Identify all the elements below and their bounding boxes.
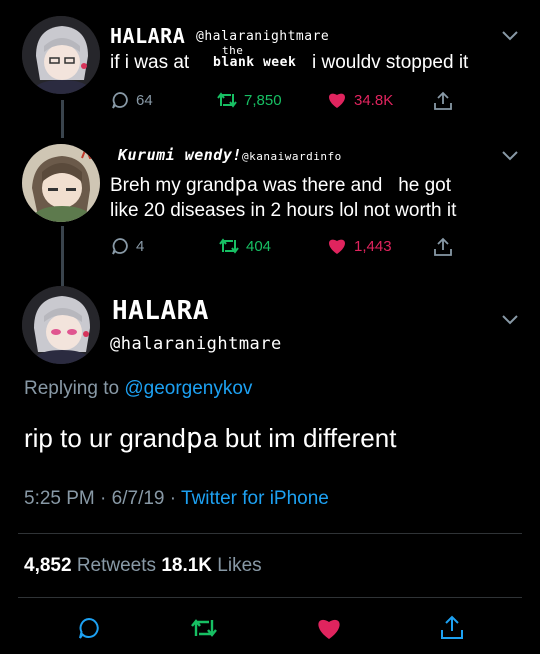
reply-icon[interactable] [76, 615, 102, 641]
divider [18, 533, 522, 534]
tweet-date[interactable]: 6/7/19 [112, 488, 165, 509]
like-button[interactable]: 1,443 [326, 236, 392, 256]
like-count: 1,443 [354, 237, 392, 255]
share-icon[interactable] [438, 613, 466, 641]
tweet1-text-end: i wouldv stopped it [312, 52, 469, 73]
retweet-icon[interactable] [190, 615, 218, 641]
retweet-count: 7,850 [244, 91, 282, 109]
tweet2-handwritten-letter: p [234, 172, 248, 196]
main-handwritten-letter: p [185, 421, 204, 454]
replying-to-link[interactable]: @georgenykov [124, 378, 252, 399]
tweet-time[interactable]: 5:25 PM [24, 488, 95, 509]
tweet2-text-part1: Breh my grand [110, 175, 235, 196]
divider [18, 597, 522, 598]
thread-connector [61, 100, 64, 138]
avatar-kurumi[interactable] [22, 144, 100, 222]
chevron-down-icon[interactable] [500, 150, 520, 162]
tweet2-text-part2: a was there and he got [247, 175, 452, 196]
tweet1-handle[interactable]: @halaranightmare [196, 29, 329, 44]
like-total: 18.1K [161, 555, 213, 576]
chevron-down-icon[interactable] [500, 314, 520, 326]
reply-button[interactable]: 4 [110, 236, 144, 256]
main-handle[interactable]: @halaranightmare [110, 334, 282, 354]
avatar-illustration [22, 16, 100, 94]
reply-button[interactable]: 64 [110, 90, 153, 110]
reply-icon [112, 92, 128, 109]
retweet-button[interactable]: 7,850 [216, 90, 282, 110]
avatar-halara[interactable] [22, 286, 100, 364]
tweet1-text-start: if i was at [110, 52, 190, 73]
thread-connector [61, 226, 64, 286]
separator-dot: · [169, 488, 177, 509]
retweet-count: 404 [246, 237, 272, 255]
share-icon[interactable] [432, 236, 454, 258]
tweet1-display-name[interactable]: HALARA [110, 24, 185, 48]
replying-to-line: Replying to @georgenykov [24, 378, 252, 400]
retweet-button[interactable]: 404 [218, 236, 271, 256]
client-link[interactable]: Twitter for iPhone [181, 488, 329, 509]
retweet-icon [217, 92, 237, 108]
like-heart-icon[interactable] [314, 615, 344, 641]
share-icon[interactable] [432, 90, 454, 112]
like-button[interactable]: 34.8K [326, 90, 393, 110]
avatar-halara[interactable] [22, 16, 100, 94]
retweet-total: 4,852 [24, 555, 72, 576]
tweet1-inserted-words: blank week [213, 55, 297, 70]
replying-to-label: Replying to [24, 378, 120, 399]
chevron-down-icon[interactable] [500, 30, 520, 42]
reply-count: 64 [136, 91, 153, 109]
main-text-part1: rip to ur grand [24, 423, 186, 453]
reply-icon [112, 238, 128, 255]
like-heart-icon [329, 239, 345, 254]
timestamp-line: 5:25 PM · 6/7/19 · Twitter for iPhone [24, 488, 329, 510]
tweet2-handle[interactable]: @kanaiwardinfo [242, 150, 342, 163]
like-count: 34.8K [354, 91, 394, 109]
main-tweet-text: rip to ur grandpa but im different [24, 421, 396, 454]
retweets-label: Retweets [76, 555, 157, 576]
main-display-name[interactable]: HALARA [112, 296, 209, 326]
tweet2-text-line2: like 20 diseases in 2 hours lol not wort… [110, 200, 457, 221]
retweet-icon [219, 238, 239, 254]
main-text-part2: a but im different [203, 423, 397, 453]
retweets-stat[interactable]: 4,852 Retweets [24, 555, 161, 576]
tweet2-text-line1: Breh my grandpa was there and he got [110, 171, 451, 199]
likes-label: Likes [217, 555, 262, 576]
tweet2-display-name[interactable]: Kurumi wendy! [118, 146, 242, 164]
avatar-illustration [22, 144, 100, 222]
reply-count: 4 [136, 237, 145, 255]
engagement-counts: 4,852 Retweets 18.1K Likes [24, 555, 262, 577]
likes-stat[interactable]: 18.1K Likes [161, 555, 261, 576]
avatar-illustration [22, 286, 100, 364]
like-heart-icon [329, 93, 345, 108]
separator-dot: · [100, 488, 107, 509]
